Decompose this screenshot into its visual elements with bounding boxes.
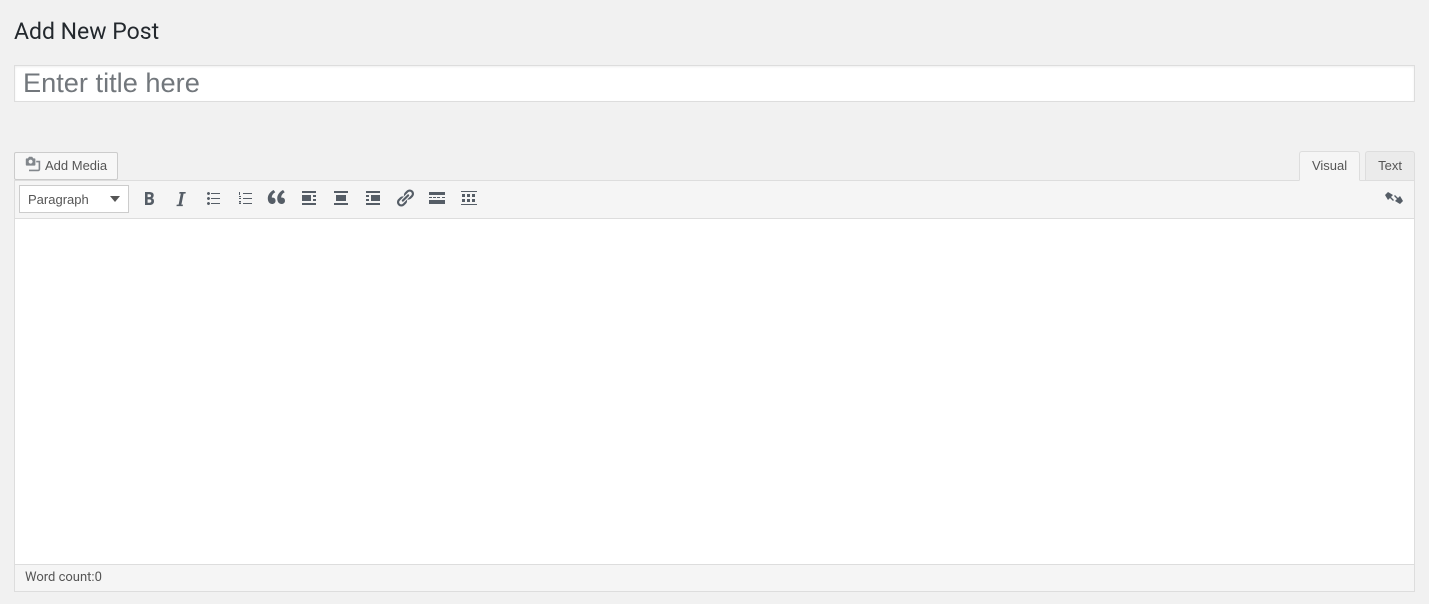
tab-text[interactable]: Text [1365,151,1415,181]
insert-more-button[interactable] [422,184,452,214]
toolbar-toggle-button[interactable] [454,184,484,214]
bold-icon [139,188,159,211]
link-icon [395,188,415,211]
editor-box: Paragraph [14,180,1415,592]
editor-tabs: Visual Text [1294,151,1415,181]
bulleted-list-button[interactable] [198,184,228,214]
insert-link-button[interactable] [390,184,420,214]
fullscreen-icon [1384,188,1404,211]
align-center-button[interactable] [326,184,356,214]
tab-visual[interactable]: Visual [1299,151,1360,181]
add-media-button[interactable]: Add Media [14,152,118,180]
word-count-label: Word count: [25,570,95,585]
align-left-icon [299,188,319,211]
page-title: Add New Post [14,8,1415,51]
list-number-icon [235,188,255,211]
italic-button[interactable] [166,184,196,214]
content-editor[interactable] [15,219,1414,564]
italic-icon [171,188,191,211]
list-bullet-icon [203,188,223,211]
numbered-list-button[interactable] [230,184,260,214]
align-left-button[interactable] [294,184,324,214]
blockquote-button[interactable] [262,184,292,214]
align-center-icon [331,188,351,211]
word-count-value: 0 [95,570,102,585]
editor-container: Add Media Visual Text Paragraph [14,150,1415,592]
quote-icon [267,188,287,211]
kitchen-sink-icon [459,188,479,211]
fullscreen-button[interactable] [1379,184,1409,214]
media-icon [25,156,41,175]
align-right-icon [363,188,383,211]
more-icon [427,188,447,211]
media-toolbar-row: Add Media Visual Text [14,150,1415,180]
format-select[interactable]: Paragraph [19,185,129,213]
title-input[interactable] [14,65,1415,102]
editor-toolbar: Paragraph [15,181,1414,219]
status-bar: Word count: 0 [15,564,1414,591]
bold-button[interactable] [134,184,164,214]
align-right-button[interactable] [358,184,388,214]
add-media-label: Add Media [45,158,107,173]
